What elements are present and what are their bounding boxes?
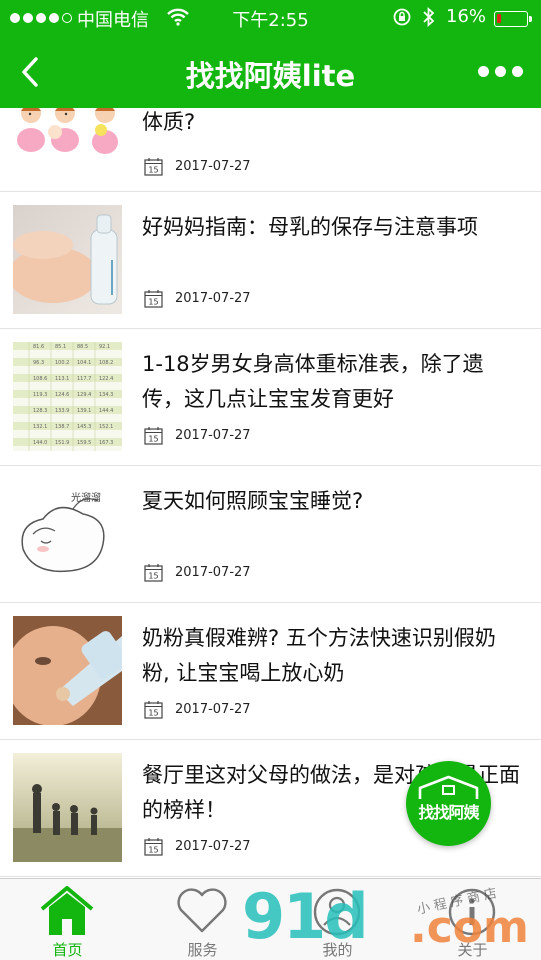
sleeping-baby-cartoon-thumbnail: 光溜溜 (13, 479, 122, 588)
svg-text:113.1: 113.1 (55, 376, 69, 382)
svg-text:光溜溜: 光溜溜 (71, 491, 101, 504)
battery-fill (497, 14, 501, 23)
bluetooth-icon (423, 6, 435, 28)
svg-text:15: 15 (148, 846, 158, 855)
svg-text:96.3: 96.3 (33, 360, 44, 366)
rotation-lock-icon (393, 8, 411, 26)
article-meta: 15 2017-07-27 (144, 700, 251, 719)
tab-service[interactable]: 服务 (135, 879, 270, 960)
svg-text:81.6: 81.6 (33, 344, 44, 350)
house-icon (418, 775, 479, 799)
calendar-icon: 15 (144, 838, 163, 856)
status-bar: 中国电信 下午2:55 16% (0, 0, 541, 36)
svg-text:15: 15 (148, 572, 158, 581)
svg-text:152.1: 152.1 (99, 424, 113, 430)
svg-text:132.1: 132.1 (33, 424, 47, 430)
article-item[interactable]: 体质? 15 2017-07-27 (0, 108, 541, 192)
page-title: 找找阿姨lite (185, 59, 356, 93)
svg-text:119.3: 119.3 (33, 392, 47, 398)
svg-text:108.6: 108.6 (33, 376, 47, 382)
article-meta: 15 2017-07-27 (144, 289, 251, 308)
tab-mine[interactable]: 我的 (270, 879, 405, 960)
navigation-bar: 找找阿姨lite (0, 36, 541, 108)
svg-text:15: 15 (148, 435, 158, 444)
svg-text:138.7: 138.7 (55, 424, 69, 430)
svg-text:85.1: 85.1 (55, 344, 66, 350)
calendar-icon: 15 (144, 158, 163, 176)
svg-text:92.1: 92.1 (99, 344, 110, 350)
svg-text:15: 15 (148, 709, 158, 718)
article-meta: 15 2017-07-27 (144, 837, 251, 856)
svg-text:122.4: 122.4 (99, 376, 113, 382)
svg-text:167.3: 167.3 (99, 440, 113, 446)
home-icon (40, 886, 94, 935)
svg-text:129.4: 129.4 (77, 392, 91, 398)
svg-text:117.7: 117.7 (77, 376, 91, 382)
calendar-icon: 15 (144, 290, 163, 308)
svg-text:104.1: 104.1 (77, 360, 91, 366)
article-date: 2017-07-27 (175, 702, 251, 717)
tab-label: 首页 (52, 941, 83, 959)
svg-text:124.6: 124.6 (55, 392, 69, 398)
article-date: 2017-07-27 (175, 159, 251, 174)
family-walking-photo-thumbnail (13, 753, 122, 862)
tab-about[interactable]: 关于 (405, 879, 540, 960)
article-meta: 15 2017-07-27 (144, 157, 251, 176)
tab-label: 服务 (187, 941, 218, 959)
battery-icon (494, 11, 532, 27)
svg-text:134.3: 134.3 (99, 392, 113, 398)
height-weight-table-thumbnail: 81.6 85.1 88.5 92.1 96.3 100.2 104.1 108.2 108… (13, 342, 122, 451)
article-item[interactable]: 光溜溜 夏天如何照顾宝宝睡觉? 15 2017-07-27 (0, 466, 541, 603)
svg-text:133.9: 133.9 (55, 408, 69, 414)
more-dots-icon[interactable] (478, 66, 523, 77)
svg-text:108.2: 108.2 (99, 360, 113, 366)
calendar-icon: 15 (144, 701, 163, 719)
article-title: 1-18岁男女身高体重标准表，除了遗传，这几点让宝宝发育更好 (142, 352, 484, 411)
svg-text:100.2: 100.2 (55, 360, 69, 366)
article-item[interactable]: 奶粉真假难辨? 五个方法快速识别假奶粉, 让宝宝喝上放心奶 15 2017-07… (0, 603, 541, 740)
heart-icon (177, 888, 227, 933)
article-date: 2017-07-27 (175, 291, 251, 306)
article-date: 2017-07-27 (175, 839, 251, 854)
info-icon (448, 888, 496, 936)
floating-home-button[interactable]: 找找阿姨 (406, 761, 491, 846)
calendar-icon: 15 (144, 564, 163, 582)
svg-text:15: 15 (148, 298, 158, 307)
svg-text:145.3: 145.3 (77, 424, 91, 430)
article-date: 2017-07-27 (175, 428, 251, 443)
battery-percent: 16% (446, 6, 487, 27)
article-date: 2017-07-27 (175, 565, 251, 580)
svg-text:144.0: 144.0 (33, 440, 47, 446)
svg-text:128.3: 128.3 (33, 408, 47, 414)
bottom-tab-bar: 首页 服务 我的 关于 (0, 878, 541, 960)
babies-illustration-thumbnail (13, 108, 122, 177)
article-item[interactable]: 好妈妈指南：母乳的保存与注意事项 15 2017-07-27 (0, 192, 541, 329)
svg-text:15: 15 (148, 166, 158, 175)
baby-drinking-bottle-photo-thumbnail (13, 616, 122, 725)
article-title: 夏天如何照顾宝宝睡觉? (142, 489, 364, 513)
person-icon (313, 888, 361, 936)
svg-text:139.1: 139.1 (77, 408, 91, 414)
svg-text:144.4: 144.4 (99, 408, 113, 414)
svg-text:159.5: 159.5 (77, 440, 91, 446)
tab-home[interactable]: 首页 (0, 879, 135, 960)
tab-label: 我的 (322, 941, 353, 959)
tab-label: 关于 (457, 941, 488, 959)
article-meta: 15 2017-07-27 (144, 426, 251, 445)
baby-bottle-photo-thumbnail (13, 205, 122, 314)
article-title: 好妈妈指南：母乳的保存与注意事项 (142, 215, 478, 239)
svg-text:151.9: 151.9 (55, 440, 69, 446)
svg-text:88.5: 88.5 (77, 344, 88, 350)
calendar-icon: 15 (144, 427, 163, 445)
article-meta: 15 2017-07-27 (144, 563, 251, 582)
article-item[interactable]: 81.6 85.1 88.5 92.1 96.3 100.2 104.1 108.2 108… (0, 329, 541, 466)
fab-label: 找找阿姨 (418, 803, 479, 822)
article-title: 奶粉真假难辨? 五个方法快速识别假奶粉, 让宝宝喝上放心奶 (142, 626, 496, 685)
article-title: 体质? (142, 110, 196, 134)
